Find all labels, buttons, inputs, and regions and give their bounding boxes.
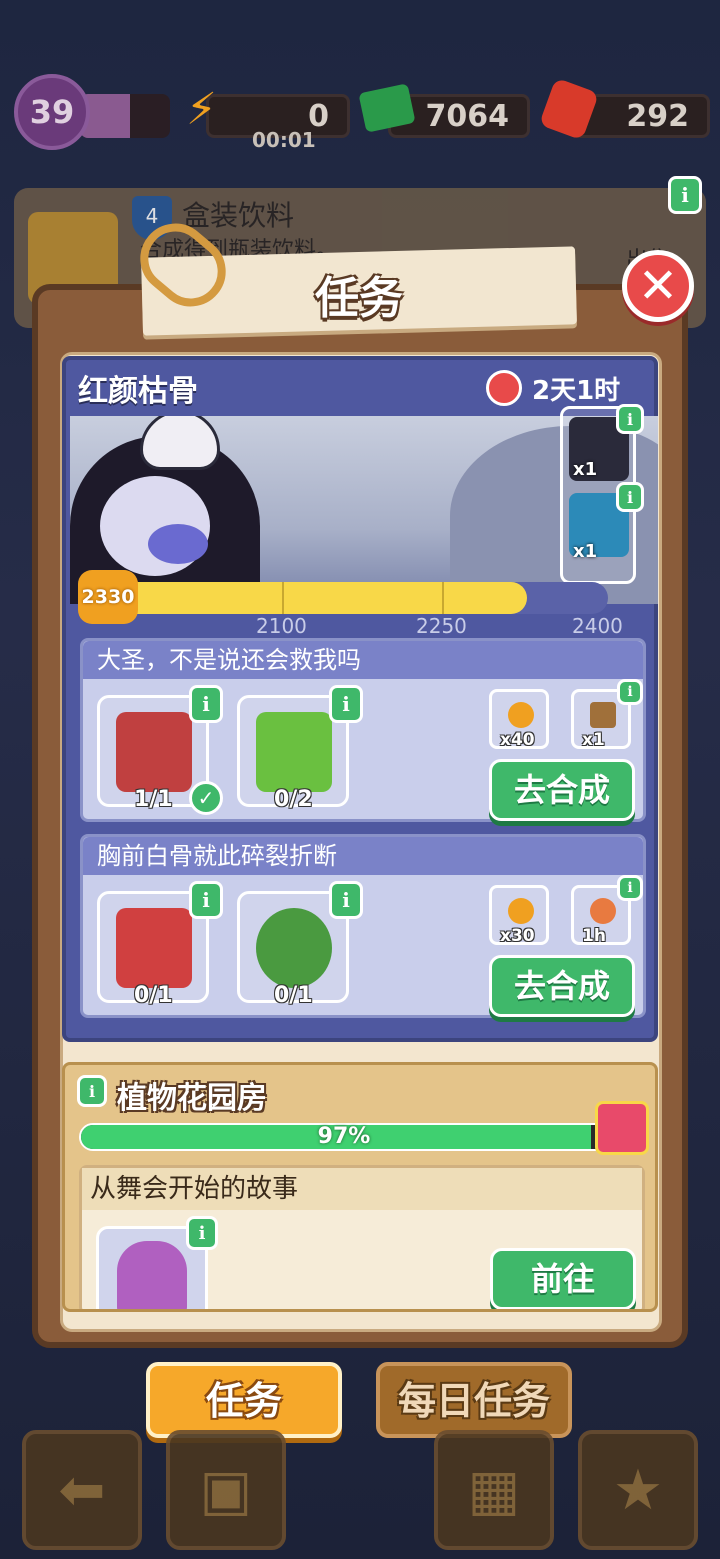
hourglass-icon [590, 898, 616, 924]
gift-box-icon[interactable] [595, 1101, 649, 1155]
level-progress-bar [80, 94, 170, 138]
tab-daily-tasks[interactable]: 每日任务 [376, 1362, 572, 1438]
reward-count: x30 [500, 926, 535, 946]
level-badge[interactable]: 39 [14, 74, 90, 150]
clock-icon [486, 370, 522, 406]
close-icon: ✕ [637, 258, 679, 314]
info-icon[interactable]: i [186, 1216, 218, 1250]
craft-button[interactable]: 去合成 [489, 955, 635, 1017]
tab-tasks[interactable]: 任务 [146, 1362, 342, 1438]
item-count: 0/1 [134, 983, 173, 1008]
close-button[interactable]: ✕ [622, 250, 694, 322]
reward-slot[interactable]: x40 [489, 689, 549, 750]
potted-tree-icon [256, 712, 332, 792]
item-count: 1/1 [134, 787, 173, 812]
backpack-icon[interactable]: ▣ [166, 1430, 286, 1550]
back-arrow-icon[interactable]: ⬅ [22, 1430, 142, 1550]
progress-tick [282, 582, 284, 614]
info-icon[interactable]: i [616, 482, 644, 512]
panel-title: 任务 [315, 273, 403, 324]
info-icon[interactable]: i [617, 875, 643, 901]
top-resource-bar: 39 0 ⚡ 00:01 7064 292 [0, 74, 720, 160]
reward-count: x40 [500, 730, 535, 750]
story-title: 从舞会开始的故事 [82, 1168, 642, 1210]
basket-icon[interactable]: ▦ [434, 1430, 554, 1550]
gem-value: 292 [626, 99, 689, 134]
reward-count: 1h [582, 926, 606, 946]
axe-stone-icon [116, 712, 192, 792]
tick-label: 2400 [572, 614, 623, 638]
info-icon[interactable]: i [189, 685, 223, 723]
chest-icon [590, 702, 616, 728]
item-count: 0/1 [274, 983, 313, 1008]
bottom-nav: ⬅ ▣ ▦ ★ [0, 1430, 720, 1559]
check-icon: ✓ [189, 781, 223, 815]
task-title: 胸前白骨就此碎裂折断 [83, 837, 643, 875]
reward-count: x1 [573, 541, 598, 562]
task-card: 胸前白骨就此碎裂折断 0/1 i 0/1 i x30 1h i 去合成 [80, 834, 646, 1018]
star-card-icon[interactable]: ★ [578, 1430, 698, 1550]
go-to-button[interactable]: 前往 [490, 1248, 636, 1309]
event-progress-fill [86, 582, 527, 614]
lightning-icon: ⚡ [186, 84, 217, 135]
info-icon[interactable]: i [189, 881, 223, 919]
info-icon[interactable]: i [616, 404, 644, 434]
cash-value: 7064 [425, 99, 510, 134]
progress-tick [442, 582, 444, 614]
info-icon[interactable]: i [329, 881, 363, 919]
event-progress-bar [86, 582, 608, 614]
task-title: 大圣，不是说还会救我吗 [83, 641, 643, 679]
craft-button[interactable]: 去合成 [489, 759, 635, 821]
perfume-bottle-icon [117, 1241, 187, 1309]
energy-timer: 00:01 [252, 128, 316, 152]
tick-label: 2100 [256, 614, 307, 638]
story-card: 从舞会开始的故事 i 前往 [79, 1165, 645, 1309]
skull-headpiece-art [140, 416, 220, 470]
info-icon[interactable]: i [77, 1075, 107, 1107]
reward-count: x1 [573, 459, 598, 480]
info-icon[interactable]: i [329, 685, 363, 723]
event-score-badge: 2330 [78, 570, 138, 624]
task-card: 大圣，不是说还会救我吗 1/1 ✓ i 0/2 i x40 x1 i 去合成 [80, 638, 646, 822]
reward-count: x1 [582, 730, 605, 750]
info-icon[interactable]: i [668, 176, 702, 214]
chrysanthemum-art [148, 524, 208, 564]
saw-icon [116, 908, 192, 988]
reward-slot[interactable]: x30 [489, 885, 549, 946]
bush-icon [256, 908, 332, 988]
event-section: 红颜枯骨 2天1时 x1 x1 i i 2330 2100 2250 2400 … [62, 356, 658, 1042]
event-title: 红颜枯骨 [78, 374, 198, 409]
item-count: 0/2 [274, 787, 313, 812]
garden-progress-text: 97% [317, 1124, 371, 1149]
item-title: 盒装饮料 [182, 199, 295, 232]
garden-section: i 植物花园房 97% 从舞会开始的故事 i 前往 [62, 1062, 658, 1312]
event-timer: 2天1时 [532, 376, 621, 406]
sun-coin-icon [508, 898, 534, 924]
sun-coin-icon [508, 702, 534, 728]
garden-title: 植物花园房 [117, 1081, 267, 1116]
info-icon[interactable]: i [617, 679, 643, 705]
tick-label: 2250 [416, 614, 467, 638]
